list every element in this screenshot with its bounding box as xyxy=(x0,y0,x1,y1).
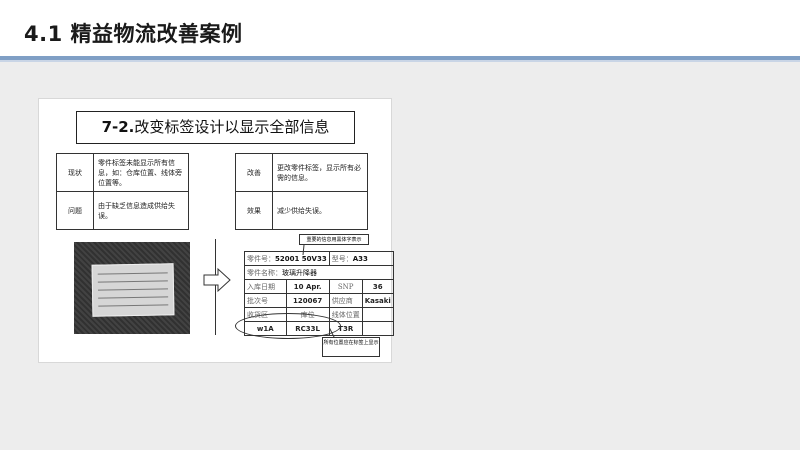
date-value: 10 Apr. xyxy=(285,279,330,294)
slide-title: 7-2.改变标签设计以显示全部信息 xyxy=(76,111,355,144)
after-text-improvement: 更改零件标签，显示所有必需的信息。 xyxy=(272,153,368,192)
date-label: 入库日期 xyxy=(244,279,287,294)
header-divider-light xyxy=(0,60,800,62)
before-label-problem: 问题 xyxy=(56,191,94,230)
slide-title-number: 7-2. xyxy=(101,118,135,136)
before-text-problem: 由于缺乏信息造成供给失误。 xyxy=(93,191,189,230)
lot-label: 批次号 xyxy=(244,293,287,308)
before-text-current: 零件标签未能显示所有信息，如：仓库位置、线体旁位置等。 xyxy=(93,153,189,192)
part-no-label: 零件号： xyxy=(247,254,275,263)
before-label-current: 现状 xyxy=(56,153,94,192)
embedded-slide-image: 7-2.改变标签设计以显示全部信息 现状 零件标签未能显示所有信息，如：仓库位置… xyxy=(38,98,394,363)
callout-bold-info: 重要的信息用黑体字表示 xyxy=(299,234,369,245)
page-title: 4.1 精益物流改善案例 xyxy=(24,22,243,46)
model-label: 型号： xyxy=(331,254,353,263)
model-value: A33 xyxy=(352,254,368,263)
header-bar: 4.1 精益物流改善案例 xyxy=(0,0,800,62)
arrow-right-icon xyxy=(203,267,231,293)
part-no-value: 52001 50V33 xyxy=(275,254,327,263)
after-text-effect: 减少供给失误。 xyxy=(272,191,368,230)
part-name-label: 零件名称： xyxy=(247,268,282,277)
after-table: 改善 更改零件标签，显示所有必需的信息。 效果 减少供给失误。 xyxy=(235,153,368,230)
part-name-value: 玻璃升降器 xyxy=(282,268,317,277)
callout-all-locations: 所有位置应在标签上显示 xyxy=(322,337,380,357)
snp-label: SNP xyxy=(328,279,363,294)
after-label-effect: 效果 xyxy=(235,191,273,230)
supplier-label: 供应商 xyxy=(328,293,363,308)
old-label-photo xyxy=(74,242,190,334)
supplier-value: Kasaki xyxy=(361,293,394,308)
before-table: 现状 零件标签未能显示所有信息，如：仓库位置、线体旁位置等。 问题 由于缺乏信息… xyxy=(56,153,189,230)
lot-value: 120067 xyxy=(285,293,330,308)
location-highlight-ellipse xyxy=(235,313,341,339)
slide-title-text: 改变标签设计以显示全部信息 xyxy=(134,118,330,136)
after-label-improvement: 改善 xyxy=(235,153,273,192)
snp-value: 36 xyxy=(361,279,394,294)
